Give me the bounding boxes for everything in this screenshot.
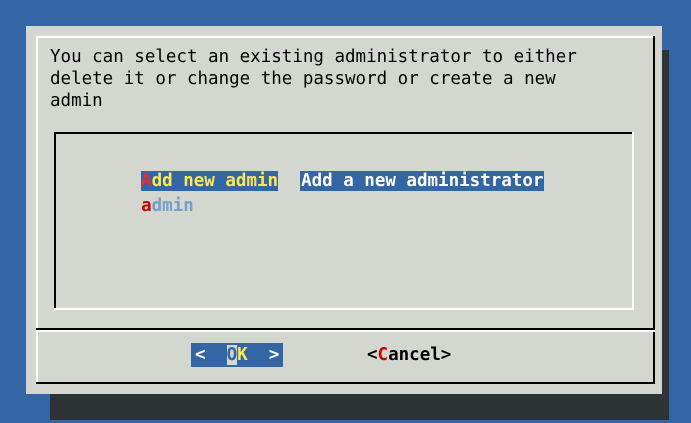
cancel-button[interactable]: <Cancel>: [367, 343, 451, 367]
cancel-hotkey: C: [377, 345, 389, 365]
menu-border-right: [632, 132, 634, 310]
dialog-border-bottom: [36, 382, 655, 384]
ok-bracket-right: >: [268, 345, 280, 365]
menu-tag: admin: [141, 196, 194, 216]
dialog-border-top: [36, 36, 655, 38]
cancel-label: ancel: [388, 345, 441, 365]
ok-hotkey: O: [226, 345, 238, 365]
ok-bracket-left: <: [195, 345, 206, 365]
menu-tag-hotkey: a: [141, 196, 152, 216]
dialog-prompt: You can select an existing administrator…: [50, 47, 577, 111]
menu-item-admin[interactable]: admin: [120, 173, 194, 216]
menu-item-description: Add a new administrator: [300, 171, 545, 191]
cancel-bracket-right: >: [440, 345, 452, 365]
menu-item-add-new-admin[interactable]: Add new admin Add a new administrator: [120, 148, 545, 191]
menu-tag-label: dmin: [151, 196, 194, 216]
menu-border-top: [54, 132, 634, 134]
menu-border-left: [54, 132, 56, 310]
menu-border-bottom: [54, 308, 634, 310]
button-area-separator-highlight: [36, 330, 655, 332]
ok-button[interactable]: < OK >: [191, 343, 284, 367]
cancel-bracket-left: <: [367, 345, 378, 365]
ok-label: K: [237, 345, 248, 365]
